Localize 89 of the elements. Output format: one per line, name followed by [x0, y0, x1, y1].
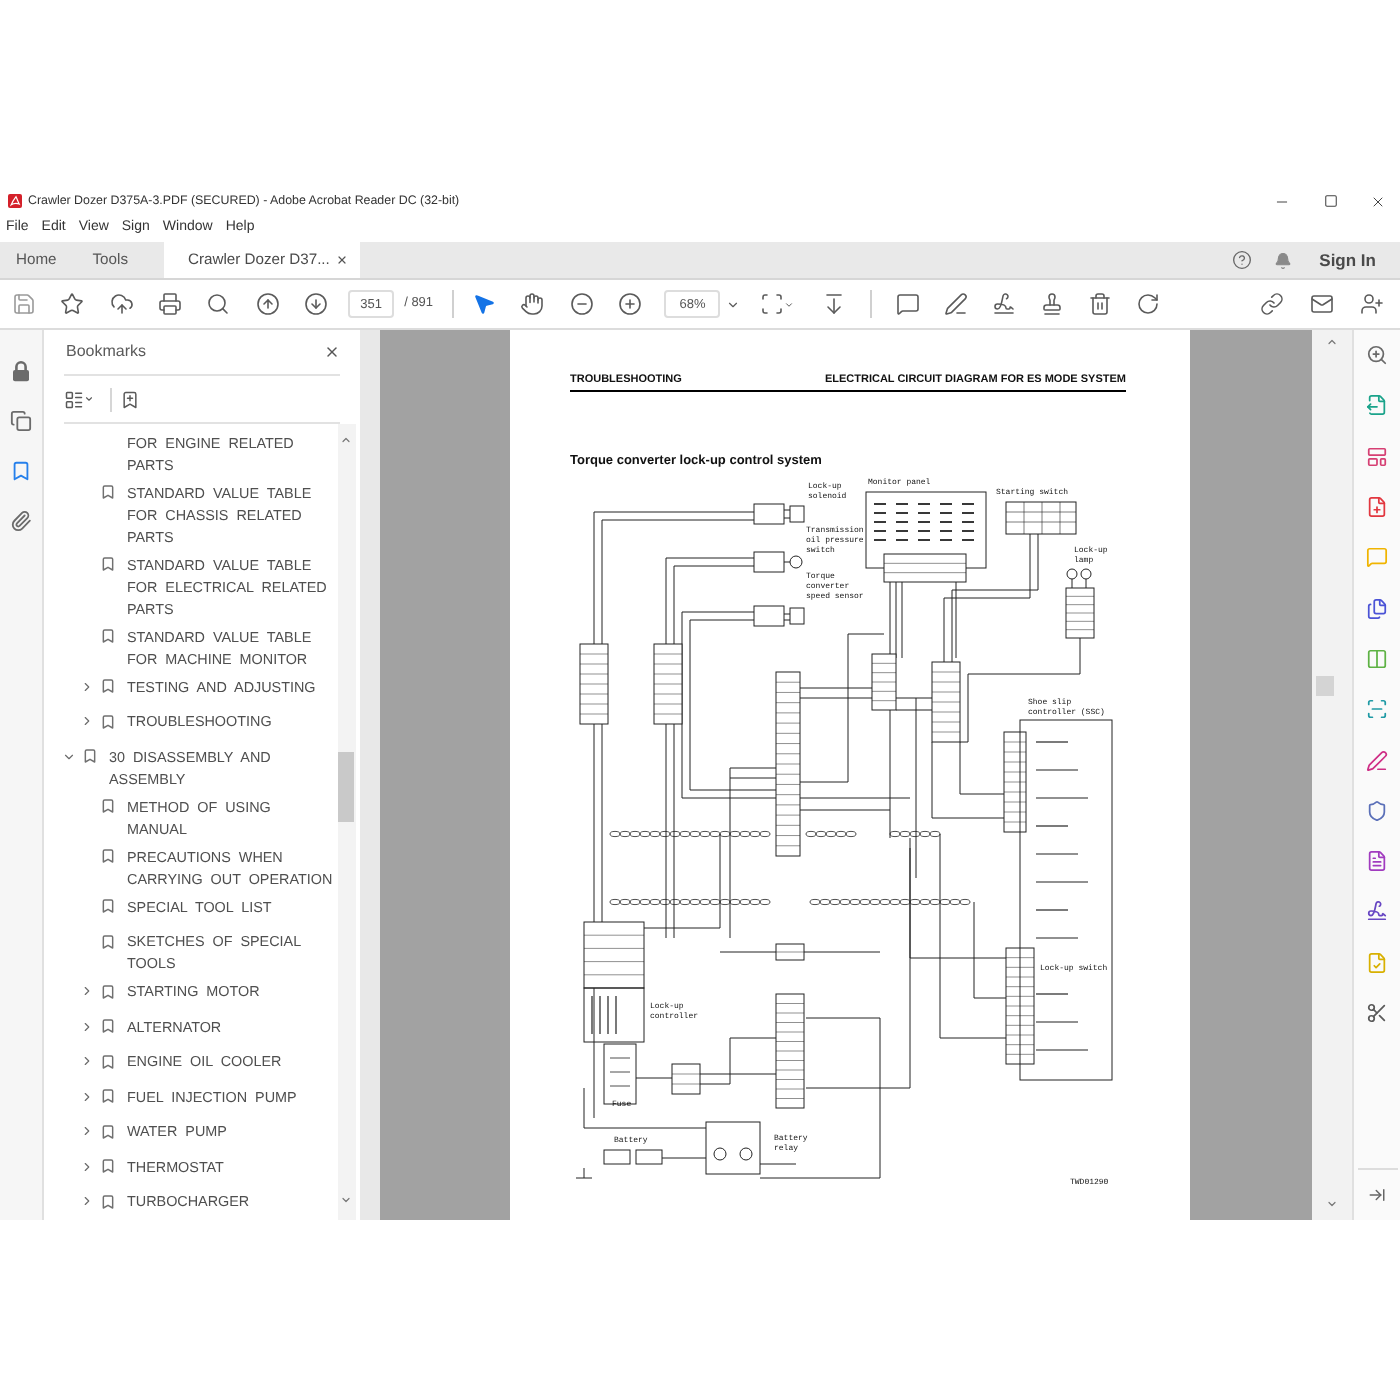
- bookmark-icon: [100, 1018, 116, 1034]
- bell-icon[interactable]: [1273, 251, 1292, 269]
- bookmark-icon: [100, 1123, 116, 1139]
- files-icon[interactable]: [1366, 597, 1388, 620]
- app-logo-icon: [8, 194, 22, 208]
- bookmark-icon: [100, 898, 116, 914]
- caret-down-icon[interactable]: [784, 299, 795, 309]
- close-icon[interactable]: [1370, 193, 1386, 209]
- signature-icon[interactable]: [992, 292, 1017, 316]
- chevron-right-icon[interactable]: [79, 1054, 93, 1068]
- arrow-to-line-icon[interactable]: [1368, 1186, 1386, 1204]
- scroll-up-icon[interactable]: [340, 434, 353, 446]
- cloud-upload-icon[interactable]: [109, 292, 134, 316]
- rotate-icon[interactable]: [1136, 292, 1161, 316]
- chevron-right-icon[interactable]: [79, 714, 93, 728]
- bookmark-icon: [100, 484, 116, 500]
- arrow-down-circle-icon[interactable]: [303, 292, 328, 316]
- signature-icon[interactable]: [1366, 900, 1388, 923]
- options-icon[interactable]: [64, 389, 84, 409]
- file-text-icon[interactable]: [1366, 850, 1388, 873]
- bookmark-panel-icon[interactable]: [10, 460, 32, 482]
- lock-icon[interactable]: [12, 360, 30, 382]
- maximize-icon[interactable]: [1324, 194, 1338, 208]
- mail-icon[interactable]: [1309, 292, 1333, 316]
- bookmark-icon: [100, 933, 116, 949]
- chevron-right-icon[interactable]: [79, 1124, 93, 1138]
- file-check-icon[interactable]: [1366, 951, 1388, 974]
- scan-icon[interactable]: [1366, 698, 1388, 721]
- bookmark-icon: [100, 678, 116, 694]
- bookmark-icon: [100, 1158, 116, 1174]
- bookmark-plus-icon[interactable]: [120, 389, 140, 409]
- pages-icon[interactable]: [10, 410, 32, 432]
- caret-down-icon[interactable]: [725, 297, 740, 311]
- close-tab-icon[interactable]: [335, 254, 348, 266]
- caret-down-icon[interactable]: [84, 394, 94, 404]
- link-icon[interactable]: [1259, 292, 1283, 316]
- chevron-right-icon[interactable]: [79, 679, 93, 693]
- bookmark-icon: [100, 848, 116, 864]
- bookmark-icon: [100, 1053, 116, 1069]
- zoom-in-icon[interactable]: [618, 292, 643, 316]
- bookmark-icon: [100, 628, 116, 644]
- scroll-down-icon[interactable]: [1326, 1198, 1338, 1210]
- pen-icon[interactable]: [944, 292, 969, 316]
- scissors-icon[interactable]: [1366, 1002, 1388, 1024]
- arrow-up-circle-icon[interactable]: [255, 292, 280, 316]
- file-output-icon[interactable]: [1366, 394, 1388, 417]
- help-icon[interactable]: [1231, 250, 1252, 270]
- search-icon[interactable]: [206, 292, 231, 316]
- bookmark-icon: [100, 1088, 116, 1104]
- trash-icon[interactable]: [1088, 292, 1113, 316]
- scrollbar[interactable]: [337, 424, 356, 1220]
- comment-icon[interactable]: [896, 292, 921, 316]
- star-icon[interactable]: [60, 292, 85, 316]
- layout-icon[interactable]: [1366, 445, 1388, 468]
- close-icon[interactable]: [324, 344, 340, 360]
- bookmark-icon: [82, 748, 98, 764]
- paperclip-icon[interactable]: [10, 510, 32, 532]
- chevron-down-icon[interactable]: [61, 749, 75, 763]
- scroll-thumb[interactable]: [1316, 676, 1334, 696]
- chevron-right-icon[interactable]: [79, 1019, 93, 1033]
- scrollbar[interactable]: [1312, 330, 1352, 1220]
- chevron-right-icon[interactable]: [79, 1194, 93, 1208]
- sign-in-button[interactable]: Sign In: [1319, 247, 1376, 273]
- hand-icon[interactable]: [520, 292, 545, 316]
- scroll-up-icon[interactable]: [1326, 336, 1338, 348]
- stamp-icon[interactable]: [1040, 292, 1065, 316]
- bookmark-icon: [100, 556, 116, 572]
- bookmark-icon: [100, 798, 116, 814]
- columns-icon[interactable]: [1366, 647, 1388, 670]
- pointer-icon[interactable]: [472, 292, 497, 316]
- chevron-right-icon[interactable]: [79, 984, 93, 998]
- panel-title: Bookmarks: [66, 340, 147, 364]
- arrow-down-from-line-icon[interactable]: [822, 292, 847, 316]
- shield-icon[interactable]: [1366, 799, 1388, 822]
- bookmark-icon: [100, 1193, 116, 1209]
- fit-page-icon[interactable]: [760, 292, 785, 316]
- scroll-thumb[interactable]: [338, 752, 355, 822]
- scroll-down-icon[interactable]: [340, 1194, 353, 1206]
- file-plus-icon[interactable]: [1366, 496, 1388, 519]
- bookmark-icon: [100, 983, 116, 999]
- zoom-in-icon[interactable]: [1366, 344, 1388, 367]
- chevron-right-icon[interactable]: [79, 1159, 93, 1173]
- save-icon[interactable]: [12, 292, 37, 316]
- user-plus-icon[interactable]: [1359, 292, 1383, 316]
- bookmark-icon: [100, 713, 116, 729]
- zoom-out-icon[interactable]: [569, 292, 594, 316]
- print-icon[interactable]: [158, 292, 183, 316]
- pen-icon[interactable]: [1366, 749, 1388, 772]
- chevron-right-icon[interactable]: [79, 1089, 93, 1103]
